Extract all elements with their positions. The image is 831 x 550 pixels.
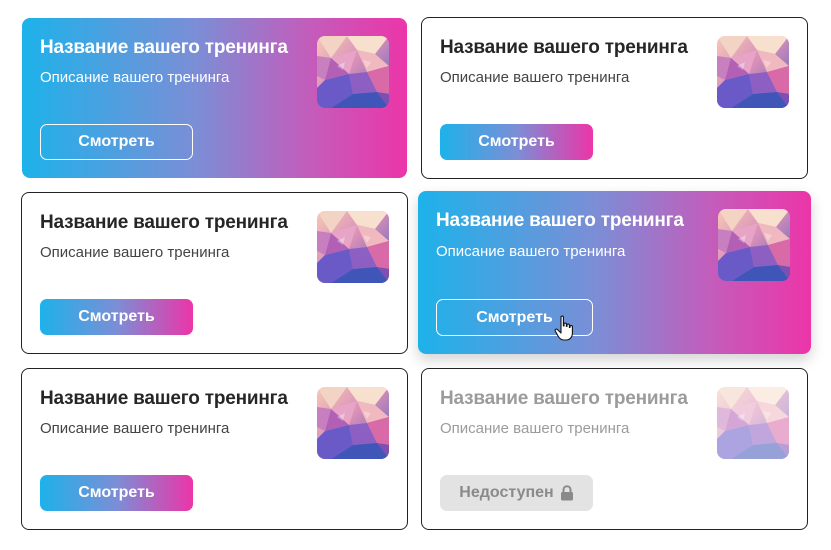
watch-button[interactable]: Смотреть	[40, 299, 193, 335]
watch-button[interactable]: Смотреть	[440, 124, 593, 160]
training-card-5[interactable]: Название вашего тренинга Описание вашего…	[21, 368, 408, 530]
training-card-4[interactable]: Название вашего тренинга Описание вашего…	[418, 191, 811, 354]
card-title: Название вашего тренинга	[40, 388, 288, 409]
card-description: Описание вашего тренинга	[40, 244, 230, 261]
training-card-6: Название вашего тренинга Описание вашего…	[421, 368, 808, 530]
card-thumbnail	[718, 209, 790, 281]
unavailable-label: Недоступен	[459, 484, 554, 501]
card-title: Название вашего тренинга	[40, 37, 288, 58]
card-thumbnail	[317, 387, 389, 459]
training-card-2[interactable]: Название вашего тренинга Описание вашего…	[421, 17, 808, 179]
card-thumbnail	[717, 387, 789, 459]
card-thumbnail	[717, 36, 789, 108]
card-description: Описание вашего тренинга	[440, 420, 630, 437]
card-description: Описание вашего тренинга	[40, 420, 230, 437]
card-title: Название вашего тренинга	[436, 210, 684, 231]
card-title: Название вашего тренинга	[440, 37, 688, 58]
watch-button[interactable]: Смотреть	[40, 124, 193, 160]
lock-icon	[560, 485, 573, 501]
card-title: Название вашего тренинга	[40, 212, 288, 233]
card-thumbnail	[317, 211, 389, 283]
hand-cursor-icon	[554, 315, 573, 341]
card-title: Название вашего тренинга	[440, 388, 688, 409]
unavailable-button: Недоступен	[440, 475, 593, 511]
card-description: Описание вашего тренинга	[436, 243, 626, 260]
card-description: Описание вашего тренинга	[40, 69, 230, 86]
training-card-1[interactable]: Название вашего тренинга Описание вашего…	[22, 18, 407, 178]
training-card-3[interactable]: Название вашего тренинга Описание вашего…	[21, 192, 408, 354]
watch-button[interactable]: Смотреть	[40, 475, 193, 511]
card-description: Описание вашего тренинга	[440, 69, 630, 86]
card-thumbnail	[317, 36, 389, 108]
